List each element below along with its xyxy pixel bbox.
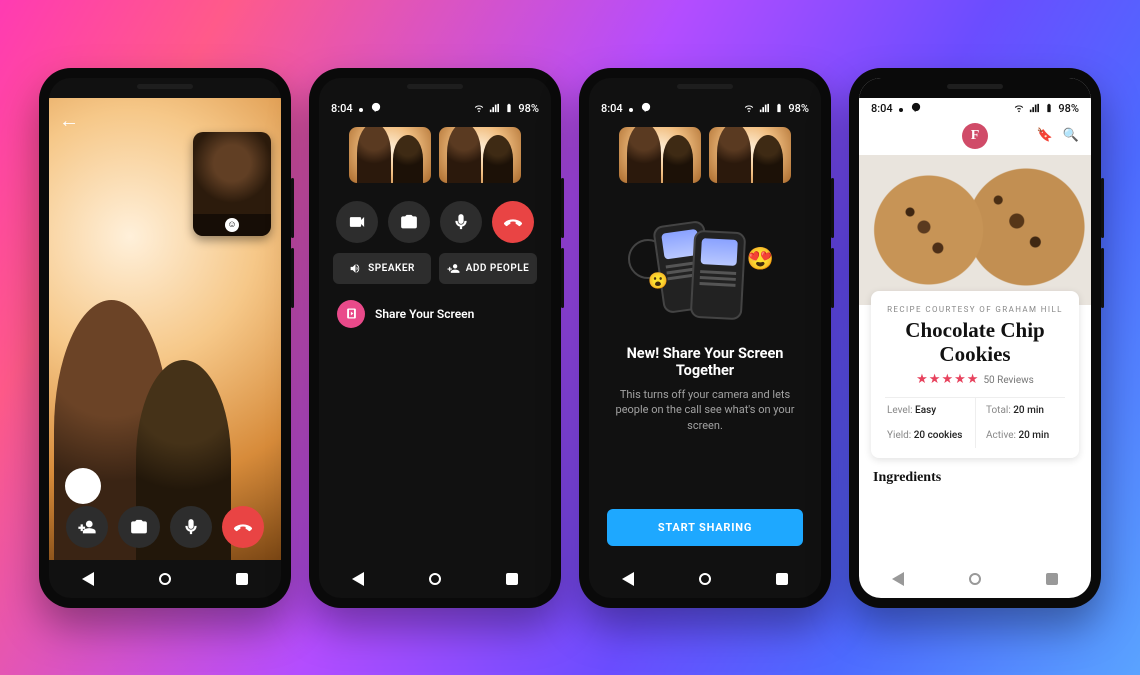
participant-thumb-1[interactable] <box>619 127 701 183</box>
video-toggle-button[interactable] <box>336 201 378 243</box>
recipe-reviews-count: 50 Reviews <box>983 375 1033 386</box>
nav-recent-icon[interactable] <box>776 573 788 585</box>
battery-icon <box>503 103 515 113</box>
android-navbar <box>859 560 1091 598</box>
nav-back-icon[interactable] <box>82 572 94 586</box>
android-navbar <box>49 560 281 598</box>
speaker-button[interactable]: SPEAKER <box>333 253 431 284</box>
back-icon[interactable]: ← <box>59 108 79 133</box>
video-icon <box>348 213 366 231</box>
recipe-kicker: RECIPE COURTESY OF GRAHAM HILL <box>885 305 1065 314</box>
participant-thumb-2[interactable] <box>709 127 791 183</box>
mute-button[interactable] <box>170 506 212 548</box>
pip-emoji-icon[interactable]: ☺ <box>225 218 239 232</box>
recipe-meta: Level: Easy Total: 20 min Yield: 20 cook… <box>885 397 1065 448</box>
messenger-icon <box>910 102 922 112</box>
participant-thumb-1[interactable] <box>349 127 431 183</box>
screen-3: 8:04 98% 😮 😍 New! Share Y <box>589 78 821 598</box>
switch-camera-icon <box>130 518 148 536</box>
switch-camera-button[interactable] <box>118 506 160 548</box>
mic-icon <box>452 213 470 231</box>
recipe-title: Chocolate Chip Cookies <box>885 318 1065 366</box>
add-person-icon <box>78 518 96 536</box>
nav-back-icon[interactable] <box>352 572 364 586</box>
promo-title: New! Share Your Screen Together <box>607 345 803 379</box>
screen-1: ← ☺ <box>49 78 281 598</box>
phone-3: 8:04 98% 😮 😍 New! Share Y <box>579 68 831 608</box>
add-person-button[interactable] <box>66 506 108 548</box>
status-bar: 8:04 98% <box>319 98 551 117</box>
speaker-icon <box>349 262 362 275</box>
brand-logo[interactable]: F <box>962 123 988 149</box>
add-person-icon <box>447 262 460 275</box>
search-icon[interactable]: 🔍 <box>1063 128 1079 143</box>
nav-recent-icon[interactable] <box>236 573 248 585</box>
status-time: 8:04 <box>331 102 353 115</box>
android-navbar <box>589 560 821 598</box>
battery-icon <box>1043 103 1055 113</box>
participant-thumbnails <box>319 117 551 187</box>
signal-icon <box>488 103 500 113</box>
participant-thumb-2[interactable] <box>439 127 521 183</box>
switch-camera-button[interactable] <box>388 201 430 243</box>
messenger-icon <box>640 102 652 112</box>
recipe-header: F 🔖 🔍 <box>859 117 1091 155</box>
phone-4: 8:04 98% F 🔖 🔍 RECIPE COURTESY OF GRAHAM… <box>849 68 1101 608</box>
signal-icon <box>1028 103 1040 113</box>
status-battery: 98% <box>518 102 539 115</box>
messenger-icon <box>370 102 382 112</box>
self-view-pip[interactable]: ☺ <box>193 132 271 236</box>
promo-illustration-icon: 😮 😍 <box>630 217 780 327</box>
status-time: 8:04 <box>601 102 623 115</box>
screen-2: 8:04 98% <box>319 78 551 598</box>
nav-home-icon[interactable] <box>159 573 171 585</box>
share-screen-icon <box>337 300 365 328</box>
switch-camera-icon <box>400 213 418 231</box>
signal-icon <box>758 103 770 113</box>
video-call-main: ← ☺ <box>49 98 281 560</box>
promo-subtitle: This turns off your camera and lets peop… <box>607 387 803 435</box>
start-sharing-button[interactable]: START SHARING <box>607 509 803 546</box>
phone-2: 8:04 98% <box>309 68 561 608</box>
nav-back-icon[interactable] <box>622 572 634 586</box>
recipe-hero-image <box>859 155 1091 305</box>
nav-home-icon[interactable] <box>429 573 441 585</box>
battery-icon <box>773 103 785 113</box>
recipe-section-heading: Ingredients <box>873 470 1077 486</box>
recipe-rating[interactable]: ★★★★★50 Reviews <box>885 372 1065 387</box>
android-navbar <box>319 560 551 598</box>
hangup-icon <box>234 518 252 536</box>
hangup-icon <box>504 213 522 231</box>
wifi-icon <box>1013 103 1025 113</box>
end-call-button[interactable] <box>222 506 264 548</box>
nav-recent-icon[interactable] <box>1046 573 1058 585</box>
bookmark-icon[interactable]: 🔖 <box>1037 128 1053 143</box>
nav-back-icon[interactable] <box>892 572 904 586</box>
share-screen-row[interactable]: Share Your Screen <box>319 290 551 338</box>
recipe-card: RECIPE COURTESY OF GRAHAM HILL Chocolate… <box>871 291 1079 458</box>
nav-home-icon[interactable] <box>699 573 711 585</box>
status-bar: 8:04 98% <box>589 98 821 117</box>
phone-1: ← ☺ <box>39 68 291 608</box>
call-controls-row <box>49 496 281 560</box>
wifi-icon <box>473 103 485 113</box>
participant-thumbnails <box>589 117 821 187</box>
mic-icon <box>182 518 200 536</box>
end-call-button[interactable] <box>492 201 534 243</box>
secondary-controls: SPEAKER ADD PEOPLE <box>319 251 551 290</box>
primary-controls <box>319 187 551 251</box>
wifi-icon <box>743 103 755 113</box>
screen-4: 8:04 98% F 🔖 🔍 RECIPE COURTESY OF GRAHAM… <box>859 78 1091 598</box>
mute-button[interactable] <box>440 201 482 243</box>
share-screen-promo: 😮 😍 New! Share Your Screen Together This… <box>589 187 821 560</box>
status-battery: 98% <box>1058 102 1079 115</box>
share-screen-label: Share Your Screen <box>375 307 474 321</box>
nav-recent-icon[interactable] <box>506 573 518 585</box>
add-people-button[interactable]: ADD PEOPLE <box>439 253 537 284</box>
status-time: 8:04 <box>871 102 893 115</box>
status-bar: 8:04 98% <box>859 98 1091 117</box>
status-battery: 98% <box>788 102 809 115</box>
nav-home-icon[interactable] <box>969 573 981 585</box>
